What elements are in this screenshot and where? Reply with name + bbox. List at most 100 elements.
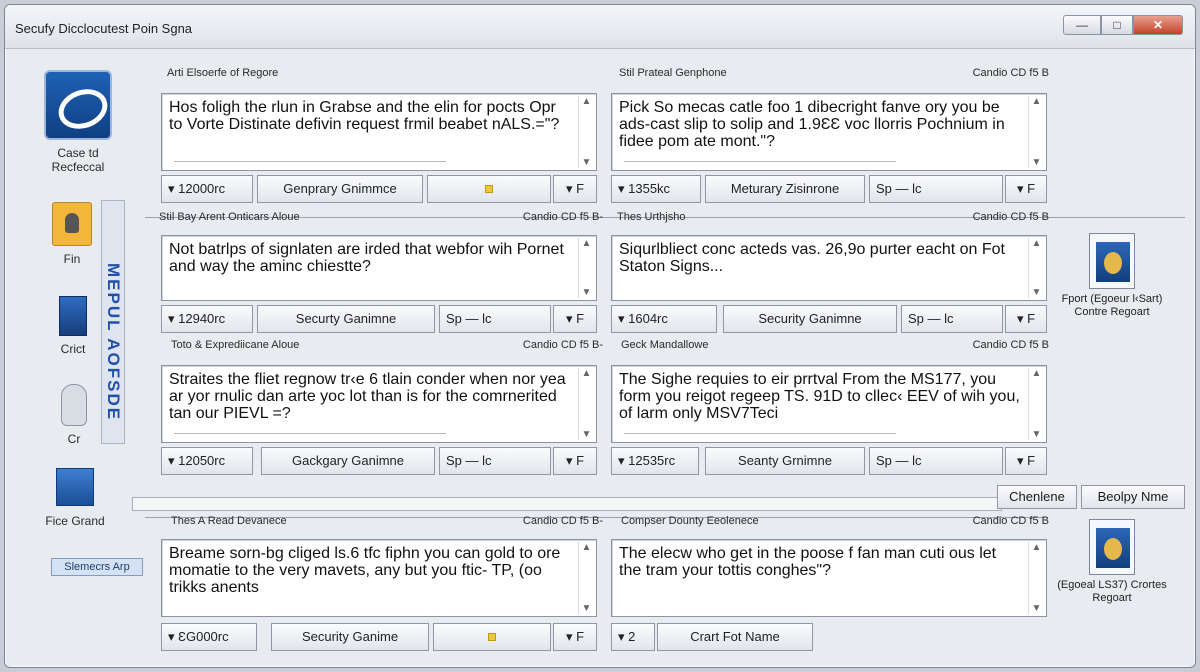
value-dropdown[interactable]: ▾ 12535rc (611, 447, 699, 475)
sidebar-item-label: Case td Recfeccal (51, 146, 105, 174)
scrollbar[interactable]: ▲ ▼ (578, 96, 594, 168)
sidebar-item-label: Crict (60, 342, 86, 356)
underline (174, 433, 446, 434)
filter-dropdown[interactable]: ▾ F (553, 305, 597, 333)
sp-dropdown[interactable]: Sp — lc (901, 305, 1003, 333)
scroll-down-icon[interactable]: ▼ (579, 287, 594, 298)
filter-dropdown[interactable]: ▾ F (553, 447, 597, 475)
scroll-down-icon[interactable]: ▼ (579, 603, 594, 614)
sidebar-item-fin[interactable]: Fin (45, 202, 99, 266)
message-textbox[interactable]: Breame sorn-bg cliged ls.6 tfc fiphn you… (161, 539, 597, 617)
scroll-up-icon[interactable]: ▲ (579, 238, 594, 249)
sp-dropdown[interactable]: Sp — lc (439, 447, 551, 475)
group-action-button[interactable]: Security Ganimne (723, 305, 897, 333)
value-dropdown[interactable]: ▾ 12000rc (161, 175, 253, 203)
scroll-up-icon[interactable]: ▲ (1029, 96, 1044, 107)
filter-dropdown[interactable]: ▾ F (1005, 175, 1047, 203)
beolpy-name-button[interactable]: Beolpy Nme (1081, 485, 1185, 509)
message-textbox[interactable]: Hos foligh the rlun in Grabse and the el… (161, 93, 597, 171)
flag-field[interactable] (433, 623, 551, 651)
scroll-down-icon[interactable]: ▼ (1029, 287, 1044, 298)
report-icon (1089, 519, 1135, 575)
flag-field[interactable] (427, 175, 551, 203)
value-dropdown[interactable]: ▾ 1604rc (611, 305, 717, 333)
filter-dropdown[interactable]: ▾ F (1005, 305, 1047, 333)
group-action-button[interactable]: Gackgary Ganimne (261, 447, 435, 475)
scrollbar[interactable]: ▲ ▼ (1028, 96, 1044, 168)
report-icon (1089, 233, 1135, 289)
value-dropdown[interactable]: ▾ ƐG000rc (161, 623, 257, 651)
scroll-up-icon[interactable]: ▲ (579, 542, 594, 553)
scroll-down-icon[interactable]: ▼ (1029, 603, 1044, 614)
group-code: Candio CD f5 B- (522, 211, 603, 223)
report-item[interactable]: Fport (Egoeur l‹Sart) Contre Regoart (1057, 233, 1167, 319)
group-action-button[interactable]: Crart Fot Name (657, 623, 813, 651)
message-textbox[interactable]: Pick So mecas catle foo 1 dibecright fan… (611, 93, 1047, 171)
sidebar-item-crict[interactable]: Crict (47, 296, 99, 356)
group-action-button[interactable]: Genprary Gnimmce (257, 175, 423, 203)
control-row: ▾ 1355kc Meturary Zisinrone Sp — lc ▾ F (611, 175, 1047, 203)
scroll-down-icon[interactable]: ▼ (579, 429, 594, 440)
sidebar-item-label: Cr (67, 432, 81, 446)
form-group: Thes A Read Devanece Candio CD f5 B- Bre… (155, 515, 605, 665)
group-title: Stil Prateal Genphone (619, 67, 727, 79)
value-dropdown[interactable]: ▾ 2 (611, 623, 655, 651)
scroll-down-icon[interactable]: ▼ (579, 157, 594, 168)
message-textbox[interactable]: Siqurlbliect conc acteds vas. 26,9o purt… (611, 235, 1047, 301)
group-action-button[interactable]: Security Ganime (271, 623, 429, 651)
group-code: Candio CD f5 B- (522, 515, 603, 527)
sp-dropdown[interactable]: Sp — lc (439, 305, 551, 333)
scrollbar[interactable]: ▲ ▼ (578, 542, 594, 614)
scroll-up-icon[interactable]: ▲ (1029, 542, 1044, 553)
scroll-up-icon[interactable]: ▲ (1029, 238, 1044, 249)
message-textbox[interactable]: The Sighe requies to eir prrtval From th… (611, 365, 1047, 443)
filter-dropdown[interactable]: ▾ F (553, 175, 597, 203)
value-dropdown[interactable]: ▾ 12940rc (161, 305, 253, 333)
close-button[interactable]: ✕ (1133, 15, 1183, 35)
group-title: Thes Urthjsho (617, 211, 686, 223)
group-action-button[interactable]: Seanty Grnimne (705, 447, 865, 475)
group-title: Geck Mandallowe (621, 339, 709, 351)
scrollbar[interactable]: ▲ ▼ (1028, 238, 1044, 298)
minimize-button[interactable]: — (1063, 15, 1101, 35)
group-header: Thes Urthjsho Candio CD f5 B (617, 211, 1049, 227)
sidebar-item-cr[interactable]: Cr (49, 384, 99, 446)
scrollbar[interactable]: ▲ ▼ (578, 238, 594, 298)
scroll-up-icon[interactable]: ▲ (579, 96, 594, 107)
maximize-button[interactable]: □ (1101, 15, 1133, 35)
form-group: Stil Bay Arent Onticars Aloue Candio CD … (155, 211, 605, 339)
scroll-down-icon[interactable]: ▼ (1029, 157, 1044, 168)
group-action-button[interactable]: Meturary Zisinrone (705, 175, 865, 203)
form-group: Arti Elsoerfe of Regore Hos foligh the r… (155, 67, 605, 207)
scroll-up-icon[interactable]: ▲ (1029, 368, 1044, 379)
value-dropdown[interactable]: ▾ 1355kc (611, 175, 701, 203)
group-action-button[interactable]: Securty Ganimne (257, 305, 435, 333)
message-textbox[interactable]: The elecw who get in the poose f fan man… (611, 539, 1047, 617)
scrollbar[interactable]: ▲ ▼ (1028, 542, 1044, 614)
group-title: Stil Bay Arent Onticars Aloue (159, 211, 300, 223)
filter-dropdown[interactable]: ▾ F (1005, 447, 1047, 475)
sidebar-item-case[interactable]: Case td Recfeccal (41, 70, 115, 174)
scrollbar[interactable]: ▲ ▼ (1028, 368, 1044, 440)
chenlene-button[interactable]: Chenlene (997, 485, 1077, 509)
sp-dropdown[interactable]: Sp — lc (869, 175, 1003, 203)
control-row: ▾ 12050rc Gackgary Ganimne Sp — lc ▾ F (161, 447, 597, 475)
group-header: Stil Bay Arent Onticars Aloue Candio CD … (159, 211, 603, 227)
vertical-tab-label: MEPUL AOFSDE (104, 262, 123, 422)
scrollbar[interactable]: ▲ ▼ (578, 368, 594, 440)
message-textbox[interactable]: Not batrlps of signlaten are irded that … (161, 235, 597, 301)
sp-dropdown[interactable]: Sp — lc (869, 447, 1003, 475)
sidebar-item-fice-grand[interactable]: Fice Grand (35, 468, 115, 528)
message-textbox[interactable]: Straites the fliet regnow tr‹e 6 tlain c… (161, 365, 597, 443)
status-field[interactable] (132, 497, 1002, 511)
scroll-up-icon[interactable]: ▲ (579, 368, 594, 379)
yellow-flag-icon (488, 633, 496, 641)
value-dropdown[interactable]: ▾ 12050rc (161, 447, 253, 475)
scroll-down-icon[interactable]: ▼ (1029, 429, 1044, 440)
filter-dropdown[interactable]: ▾ F (553, 623, 597, 651)
form-group: Stil Prateal Genphone Candio CD f5 B Pic… (605, 67, 1057, 207)
chart-icon (56, 468, 94, 506)
sidebar-app-button[interactable]: Slemecrs Arp (51, 558, 143, 576)
report-item[interactable]: (Egoeal LS37) Crortes Regoart (1057, 519, 1167, 605)
group-header: Arti Elsoerfe of Regore (167, 67, 597, 83)
